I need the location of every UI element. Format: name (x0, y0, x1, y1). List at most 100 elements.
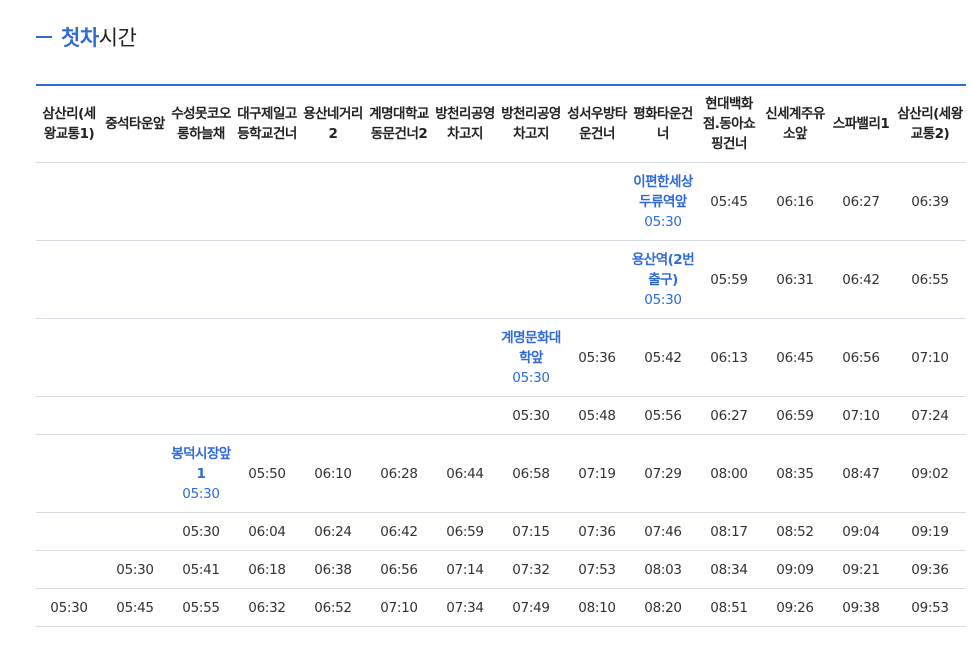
column-header: 스파밸리1 (828, 85, 894, 163)
time-cell: 05:59 (696, 240, 762, 319)
time-cell: 06:27 (696, 396, 762, 435)
time-cell: 09:02 (894, 434, 966, 513)
time-cell: 08:52 (762, 512, 828, 551)
section-header: 첫차시간 (36, 22, 137, 52)
time-cell: 07:32 (498, 550, 564, 589)
time-cell: 05:42 (630, 318, 696, 397)
empty-cell (234, 396, 300, 435)
column-header: 방천리공영차고지 (498, 85, 564, 163)
timetable-row: 05:30 06:04 06:24 06:42 06:59 07:15 07:36 07:46… (36, 512, 966, 551)
empty-cell (36, 240, 102, 319)
page-title-highlight: 첫차 (61, 26, 99, 50)
time-cell: 06:58 (498, 434, 564, 513)
time-cell: 07:36 (564, 512, 630, 551)
time-cell: 08:10 (564, 588, 630, 627)
page-title-rest: 시간 (98, 26, 137, 50)
time-cell: 05:36 (564, 318, 630, 397)
time-cell: 08:20 (630, 588, 696, 627)
time-cell: 05:56 (630, 396, 696, 435)
time-cell: 06:52 (300, 588, 366, 627)
column-header: 대구제일고등학교건너 (234, 85, 300, 163)
page-title: 첫차시간 (61, 22, 137, 52)
time-cell: 07:15 (498, 512, 564, 551)
origin-stop-name: 계명문화대학앞 (501, 329, 561, 366)
empty-cell (300, 318, 366, 397)
time-cell: 07:46 (630, 512, 696, 551)
time-cell: 07:49 (498, 588, 564, 627)
time-cell: 06:42 (366, 512, 432, 551)
timetable-row: 용산역(2번출구) 05:30 05:59 06:31 06:42 06:55 (36, 240, 966, 319)
first-bus-timetable: 삼산리(세왕교통1) 중석타운앞 수성못코오롱하늘채 대구제일고등학교건너 용산… (36, 84, 966, 627)
time-cell: 06:32 (234, 588, 300, 627)
origin-stop-name: 용산역(2번출구) (631, 251, 695, 288)
empty-cell (498, 162, 564, 241)
time-cell: 05:41 (168, 550, 234, 589)
column-header: 용산네거리2 (300, 85, 366, 163)
time-cell: 07:53 (564, 550, 630, 589)
time-cell: 07:34 (432, 588, 498, 627)
time-cell: 06:31 (762, 240, 828, 319)
time-cell: 07:24 (894, 396, 966, 435)
time-cell: 06:42 (828, 240, 894, 319)
time-cell: 06:59 (762, 396, 828, 435)
empty-cell (366, 240, 432, 319)
empty-cell (168, 318, 234, 397)
time-cell: 05:50 (234, 434, 300, 513)
time-cell: 09:21 (828, 550, 894, 589)
empty-cell (102, 512, 168, 551)
empty-cell (36, 512, 102, 551)
time-cell: 09:19 (894, 512, 966, 551)
time-cell: 06:10 (300, 434, 366, 513)
column-header: 수성못코오롱하늘채 (168, 85, 234, 163)
empty-cell (366, 162, 432, 241)
empty-cell (168, 240, 234, 319)
time-cell: 06:56 (366, 550, 432, 589)
time-cell: 05:30 (168, 512, 234, 551)
time-cell: 06:55 (894, 240, 966, 319)
empty-cell (102, 240, 168, 319)
empty-cell (564, 162, 630, 241)
time-cell: 05:30 (498, 396, 564, 435)
empty-cell (432, 162, 498, 241)
empty-cell (36, 396, 102, 435)
column-header: 삼산리(세왕교통2) (894, 85, 966, 163)
time-cell: 06:04 (234, 512, 300, 551)
empty-cell (102, 434, 168, 513)
empty-cell (168, 162, 234, 241)
empty-cell (300, 162, 366, 241)
column-header: 계명대학교동문건너2 (366, 85, 432, 163)
origin-departure-time: 05:30 (182, 485, 220, 502)
time-cell: 05:30 (36, 588, 102, 627)
time-cell: 07:19 (564, 434, 630, 513)
column-header: 신세계주유소앞 (762, 85, 828, 163)
column-header: 평화타운건너 (630, 85, 696, 163)
timetable-row: 봉덕시장앞1 05:30 05:50 06:10 06:28 06:44 06:58 07:1… (36, 434, 966, 513)
empty-cell (102, 318, 168, 397)
timetable-body: 이편한세상두류역앞 05:30 05:45 06:16 06:27 06:39 용산역(2번… (36, 162, 966, 627)
empty-cell (234, 162, 300, 241)
time-cell: 09:53 (894, 588, 966, 627)
column-header: 삼산리(세왕교통1) (36, 85, 102, 163)
origin-stop-cell: 이편한세상두류역앞 05:30 (630, 162, 696, 241)
origin-stop-cell: 봉덕시장앞1 05:30 (168, 434, 234, 513)
empty-cell (168, 396, 234, 435)
origin-departure-time: 05:30 (644, 213, 682, 230)
time-cell: 06:56 (828, 318, 894, 397)
time-cell: 05:48 (564, 396, 630, 435)
time-cell: 06:13 (696, 318, 762, 397)
column-header: 성서우방타운건너 (564, 85, 630, 163)
time-cell: 05:45 (696, 162, 762, 241)
empty-cell (432, 318, 498, 397)
time-cell: 05:55 (168, 588, 234, 627)
time-cell: 07:10 (366, 588, 432, 627)
timetable-row: 05:30 05:41 06:18 06:38 06:56 07:14 07:32 07:53… (36, 550, 966, 589)
time-cell: 06:27 (828, 162, 894, 241)
time-cell: 06:38 (300, 550, 366, 589)
empty-cell (366, 318, 432, 397)
time-cell: 09:36 (894, 550, 966, 589)
time-cell: 06:28 (366, 434, 432, 513)
header-row: 삼산리(세왕교통1) 중석타운앞 수성못코오롱하늘채 대구제일고등학교건너 용산… (36, 85, 966, 163)
time-cell: 06:24 (300, 512, 366, 551)
empty-cell (234, 240, 300, 319)
time-cell: 08:34 (696, 550, 762, 589)
